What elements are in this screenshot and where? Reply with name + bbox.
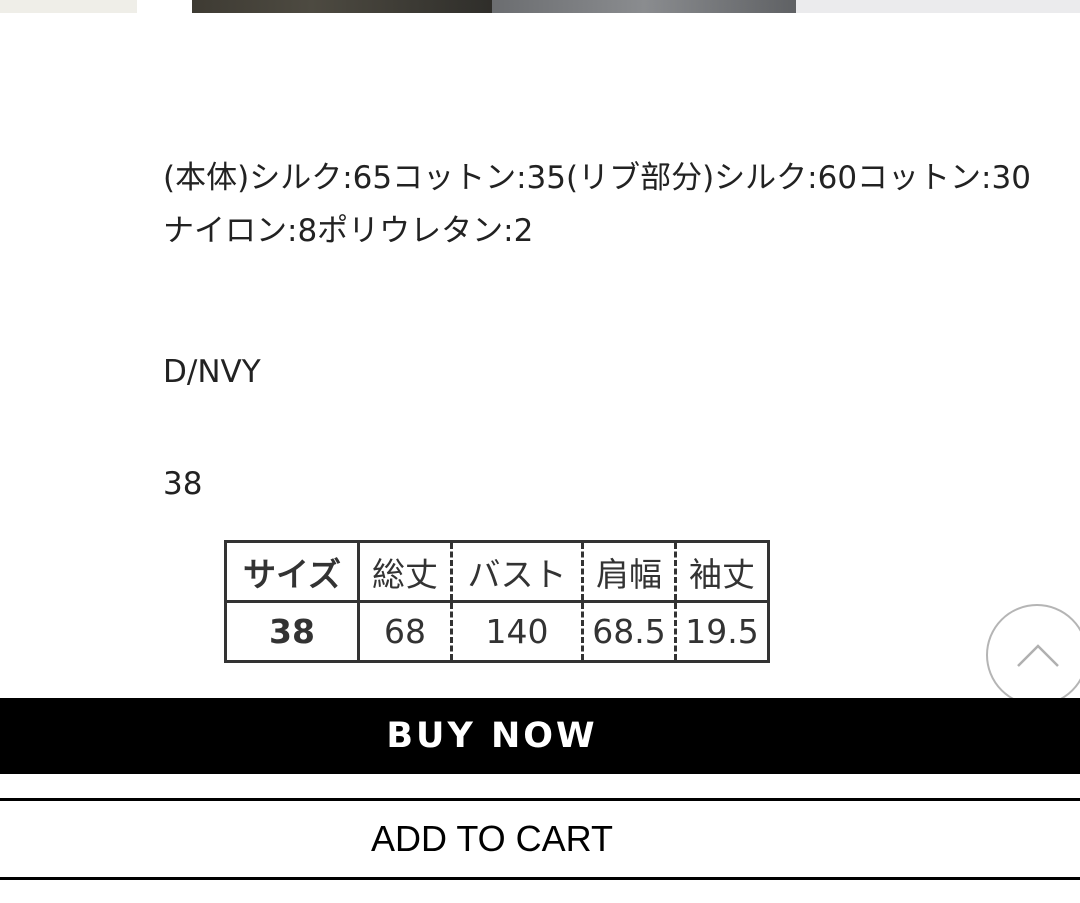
size-chart-header-bust: バスト (450, 540, 584, 603)
size-chart-table: サイズ 総丈 バスト 肩幅 袖丈 38 68 140 68.5 19.5 (224, 540, 770, 663)
size-chart-cell-size: 38 (224, 600, 360, 663)
buy-now-button[interactable]: BUY NOW (0, 698, 1080, 774)
add-to-cart-button[interactable]: ADD TO CART (0, 798, 1080, 880)
chevron-up-icon (1017, 644, 1059, 667)
product-thumbnail-4[interactable] (796, 0, 1080, 13)
size-chart-header-length: 総丈 (357, 540, 453, 603)
material-composition: (本体)シルク:65コットン:35(リブ部分)シルク:60コットン:30ナイロン… (163, 160, 1031, 249)
size-value: 38 (163, 466, 203, 502)
size-chart-header-shoulder: 肩幅 (581, 540, 677, 603)
product-thumbnail-strip (0, 0, 1080, 13)
size-chart-cell-shoulder: 68.5 (581, 600, 677, 663)
size-chart-header-row: サイズ 総丈 バスト 肩幅 袖丈 (224, 540, 770, 603)
table-row: 38 68 140 68.5 19.5 (224, 600, 770, 663)
product-thumbnail-1[interactable] (0, 0, 137, 13)
size-chart-header-sleeve: 袖丈 (674, 540, 770, 603)
product-thumbnail-2[interactable] (192, 0, 492, 13)
size-chart-cell-bust: 140 (450, 600, 584, 663)
size-chart-cell-length: 68 (357, 600, 453, 663)
product-thumbnail-3[interactable] (492, 0, 796, 13)
size-chart-header-size: サイズ (224, 540, 360, 603)
size-chart-cell-sleeve: 19.5 (674, 600, 770, 663)
color-code: D/NVY (163, 354, 261, 390)
scroll-to-top-button[interactable] (986, 604, 1080, 706)
